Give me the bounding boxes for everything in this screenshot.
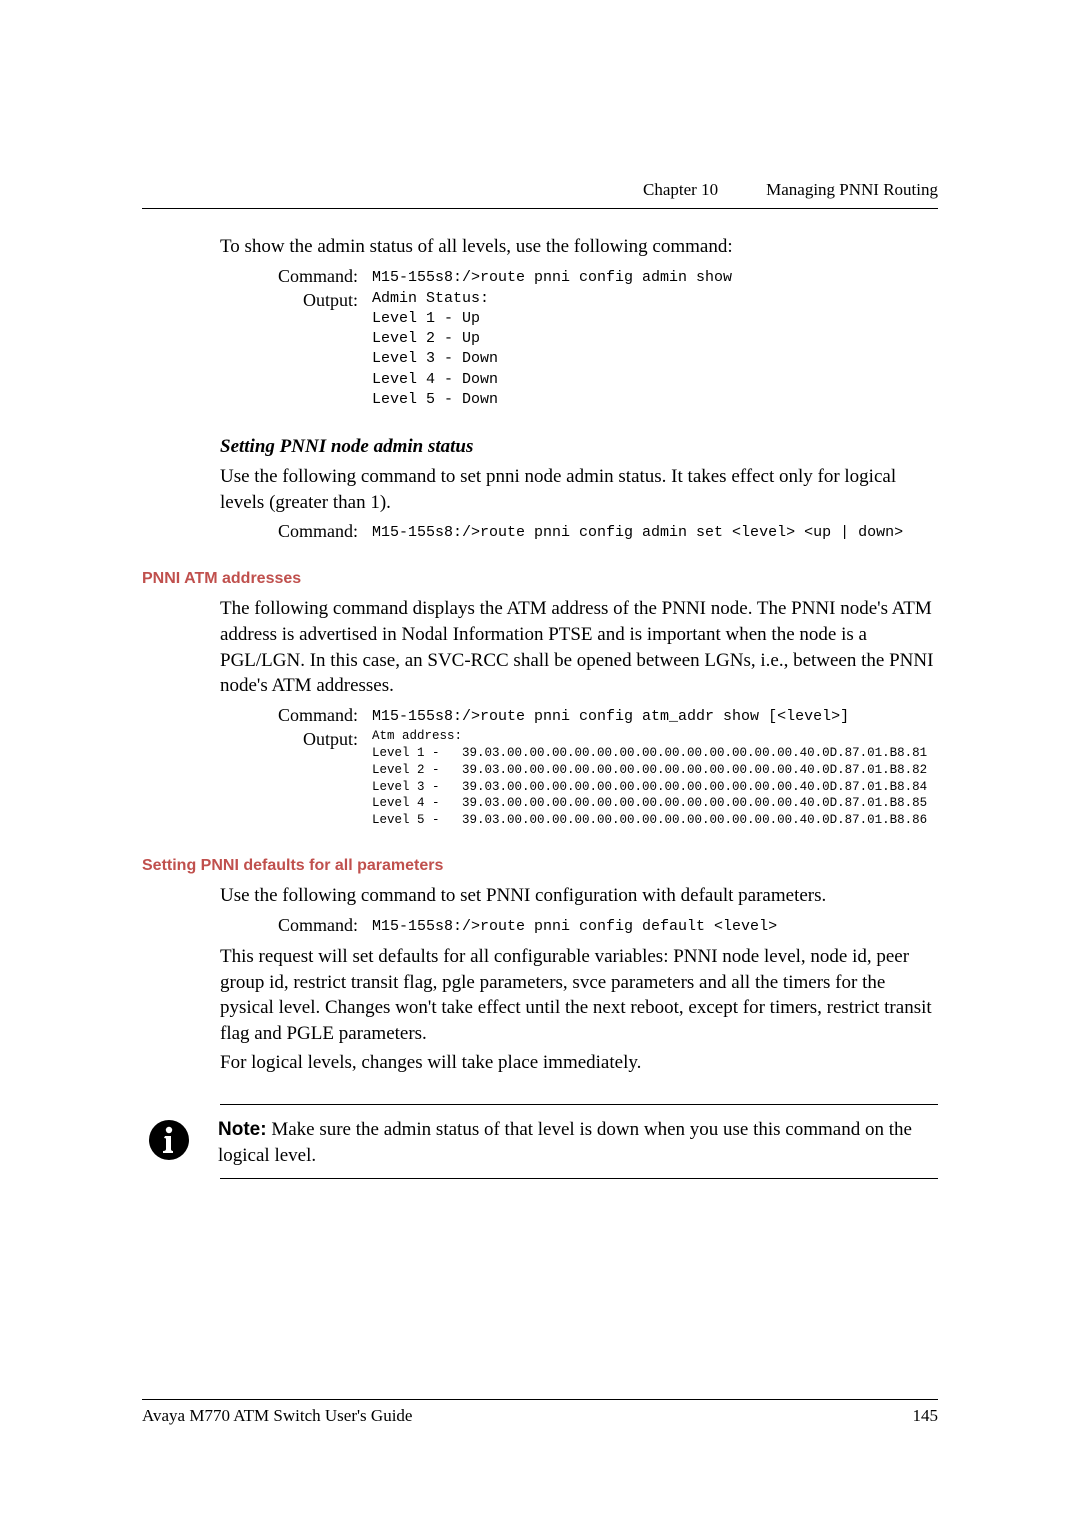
note-text: Note: Make sure the admin status of that…	[218, 1117, 938, 1168]
note-block: Note: Make sure the admin status of that…	[220, 1104, 938, 1179]
output-label: Output:	[262, 728, 372, 750]
body-defaults-3: For logical levels, changes will take pl…	[220, 1050, 938, 1076]
subheading-admin-status: Setting PNNI node admin status	[220, 436, 938, 458]
body-defaults-2: This request will set defaults for all c…	[220, 944, 938, 1047]
subheading-atm-addresses: PNNI ATM addresses	[142, 570, 938, 588]
command-label: Command:	[262, 705, 372, 726]
command-label: Command:	[262, 521, 372, 542]
body-atm-addresses: The following command displays the ATM a…	[220, 596, 938, 699]
output-label: Output:	[262, 289, 372, 311]
command-block: Command: M15-155s8:/>route pnni config a…	[262, 521, 938, 542]
output-block: Output: Admin Status: Level 1 - Up Level…	[262, 289, 938, 411]
command-text: M15-155s8:/>route pnni config admin show	[372, 266, 732, 287]
note-body: Make sure the admin status of that level…	[218, 1119, 912, 1166]
command-block: Command: M15-155s8:/>route pnni config d…	[262, 915, 938, 936]
page-header: Chapter 10 Managing PNNI Routing	[142, 180, 938, 200]
note-label: Note:	[218, 1119, 267, 1140]
command-label: Command:	[262, 266, 372, 287]
command-block: Command: M15-155s8:/>route pnni config a…	[262, 705, 938, 726]
info-icon	[148, 1119, 190, 1166]
command-text: M15-155s8:/>route pnni config atm_addr s…	[372, 705, 849, 726]
command-label: Command:	[262, 915, 372, 936]
body-admin-status: Use the following command to set pnni no…	[220, 464, 938, 515]
page-content: To show the admin status of all levels, …	[142, 234, 938, 1179]
header-divider	[142, 208, 938, 209]
note-divider-bottom	[220, 1178, 938, 1179]
output-block: Output: Atm address: Level 1 - 39.03.00.…	[262, 728, 938, 829]
page-footer: Avaya M770 ATM Switch User's Guide 145	[142, 1399, 938, 1426]
command-text: M15-155s8:/>route pnni config admin set …	[372, 521, 903, 542]
chapter-number: Chapter 10	[643, 180, 718, 200]
page-number: 145	[913, 1406, 939, 1426]
output-text: Atm address: Level 1 - 39.03.00.00.00.00…	[372, 728, 927, 829]
command-text: M15-155s8:/>route pnni config default <l…	[372, 915, 777, 936]
footer-title: Avaya M770 ATM Switch User's Guide	[142, 1406, 412, 1426]
intro-text-1: To show the admin status of all levels, …	[220, 234, 938, 260]
subheading-defaults: Setting PNNI defaults for all parameters	[142, 857, 938, 875]
chapter-title: Managing PNNI Routing	[766, 180, 938, 200]
command-block: Command: M15-155s8:/>route pnni config a…	[262, 266, 938, 287]
output-text: Admin Status: Level 1 - Up Level 2 - Up …	[372, 289, 498, 411]
body-defaults-1: Use the following command to set PNNI co…	[220, 883, 938, 909]
